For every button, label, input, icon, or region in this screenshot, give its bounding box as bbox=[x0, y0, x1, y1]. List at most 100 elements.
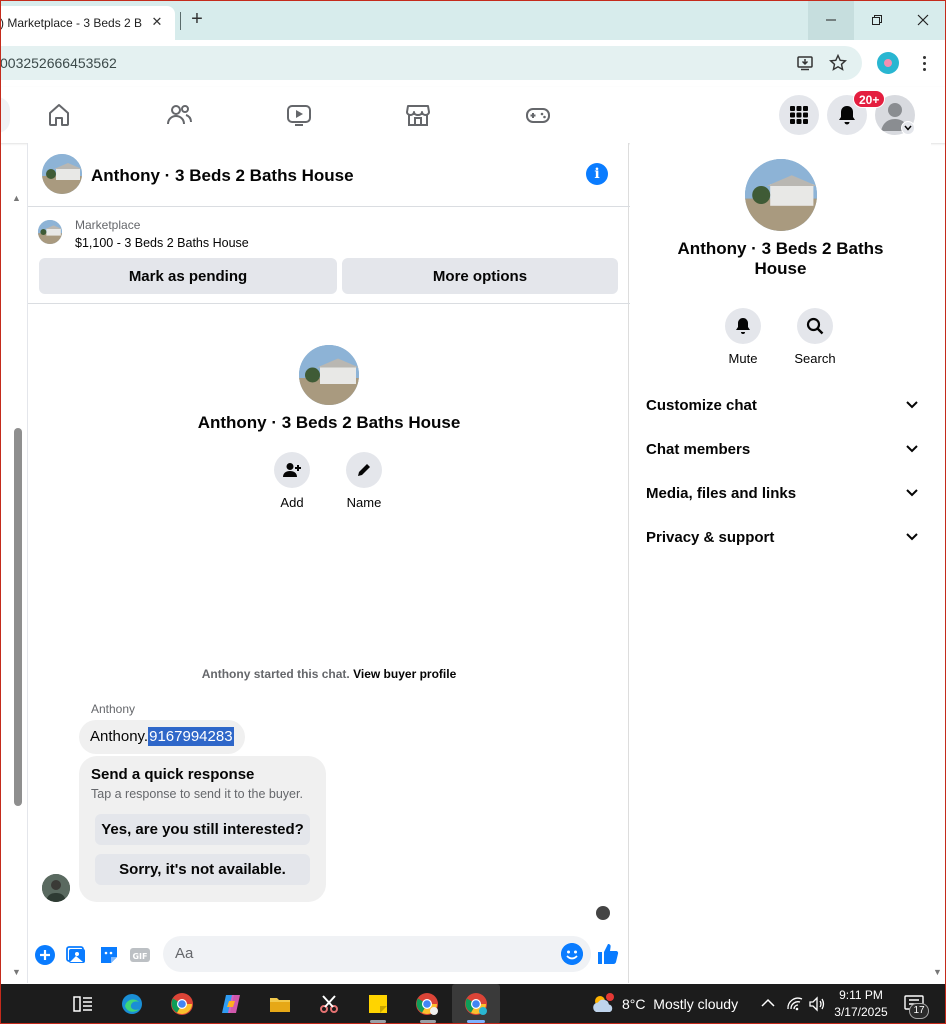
message-bubble[interactable]: Anthony.9167994283 bbox=[79, 720, 245, 754]
volume-icon[interactable] bbox=[808, 995, 826, 1013]
chat-title: Anthony · 3 Beds 2 Baths House bbox=[91, 166, 354, 185]
add-person-button[interactable] bbox=[274, 452, 310, 488]
quick-response-still-interested[interactable]: Yes, are you still interested? bbox=[95, 814, 310, 845]
message-text: Anthony. bbox=[90, 728, 149, 745]
url-text: 003252666453562 bbox=[0, 55, 117, 71]
tab-close-icon[interactable]: ✕ bbox=[149, 14, 165, 30]
windows-taskbar: 8°C Mostly cloudy 9:11 PM 3/17/2025 17 bbox=[0, 984, 946, 1024]
mute-button[interactable] bbox=[725, 308, 761, 344]
photo-icon[interactable] bbox=[66, 944, 88, 966]
chat-members-section[interactable]: Chat members bbox=[646, 437, 918, 461]
notification-count-badge: 20+ bbox=[853, 90, 886, 108]
minimize-button[interactable] bbox=[808, 0, 854, 40]
search-action[interactable]: Search bbox=[785, 308, 845, 366]
close-window-button[interactable] bbox=[900, 0, 946, 40]
listing-price-title[interactable]: $1,100 - 3 Beds 2 Baths House bbox=[75, 236, 249, 250]
chrome-profile-icon[interactable] bbox=[415, 992, 439, 1016]
sticky-notes-icon[interactable] bbox=[366, 992, 390, 1016]
selected-phone-number[interactable]: 9167994283 bbox=[148, 727, 234, 746]
search-label: Search bbox=[794, 351, 836, 366]
browser-menu-icon[interactable] bbox=[914, 52, 934, 74]
new-tab-button[interactable]: + bbox=[186, 9, 208, 31]
person-photo-icon bbox=[42, 874, 70, 902]
marketplace-label: Marketplace bbox=[75, 218, 141, 232]
info-icon[interactable]: i bbox=[586, 163, 608, 185]
quick-response-not-available[interactable]: Sorry, it's not available. bbox=[95, 854, 310, 885]
system-clock[interactable]: 9:11 PM 3/17/2025 bbox=[830, 987, 892, 1021]
mute-action[interactable]: Mute bbox=[713, 308, 773, 366]
plus-circle-icon[interactable] bbox=[34, 944, 56, 966]
facebook-top-nav bbox=[0, 87, 946, 143]
restore-icon bbox=[872, 15, 882, 25]
chat-panel: Anthony · 3 Beds 2 Baths House i Marketp… bbox=[27, 143, 630, 983]
pencil-icon bbox=[358, 464, 370, 476]
add-people-action[interactable]: Add bbox=[262, 452, 322, 510]
info-avatar bbox=[745, 159, 817, 231]
menu-grid-button[interactable] bbox=[779, 95, 819, 135]
nav-left-button[interactable] bbox=[0, 97, 10, 133]
name-chat-action[interactable]: Name bbox=[334, 452, 394, 510]
edit-name-button[interactable] bbox=[346, 452, 382, 488]
browser-tab[interactable]: ) Marketplace - 3 Beds 2 Bo ✕ bbox=[0, 6, 175, 40]
conversation-title: Anthony · 3 Beds 2 Baths House bbox=[197, 413, 461, 432]
weather-cloudy-icon[interactable] bbox=[590, 991, 616, 1017]
customize-chat-section[interactable]: Customize chat bbox=[646, 393, 918, 417]
task-view-icon[interactable] bbox=[71, 992, 95, 1016]
scroll-up-arrow[interactable]: ▲ bbox=[12, 193, 21, 203]
house-photo-icon bbox=[745, 159, 817, 231]
marketplace-icon[interactable] bbox=[404, 101, 432, 129]
snipping-tool-icon[interactable] bbox=[317, 992, 341, 1016]
info-title: Anthony · 3 Beds 2 Baths House bbox=[677, 239, 884, 278]
chevron-up-icon[interactable] bbox=[760, 995, 776, 1011]
section-label: Customize chat bbox=[646, 396, 757, 414]
sticker-icon[interactable] bbox=[98, 944, 120, 966]
chat-header: Anthony · 3 Beds 2 Baths House i bbox=[28, 143, 630, 207]
search-button[interactable] bbox=[797, 308, 833, 344]
quick-response-title: Send a quick response bbox=[91, 766, 255, 783]
extension-glyph-icon bbox=[884, 59, 892, 67]
file-explorer-icon[interactable] bbox=[268, 992, 292, 1016]
address-bar[interactable]: 003252666453562 bbox=[0, 46, 862, 80]
edge-browser-icon[interactable] bbox=[120, 992, 144, 1016]
chevron-down-icon bbox=[906, 533, 918, 541]
chat-avatar[interactable] bbox=[42, 154, 82, 194]
media-files-links-section[interactable]: Media, files and links bbox=[646, 481, 918, 505]
extension-icon[interactable] bbox=[877, 52, 899, 74]
video-icon[interactable] bbox=[285, 101, 313, 129]
running-indicator bbox=[370, 1020, 386, 1023]
chrome-active-icon[interactable] bbox=[464, 992, 488, 1016]
network-icon[interactable] bbox=[786, 995, 804, 1013]
thumbs-up-icon[interactable] bbox=[596, 942, 620, 966]
chat-scrollbar-thumb[interactable] bbox=[14, 428, 22, 806]
sender-avatar[interactable] bbox=[42, 874, 70, 902]
clock-time: 9:11 PM bbox=[839, 988, 883, 1002]
install-app-icon[interactable] bbox=[796, 54, 814, 72]
gaming-icon[interactable] bbox=[524, 101, 552, 129]
chrome-icon[interactable] bbox=[170, 992, 194, 1016]
mark-as-pending-button[interactable]: Mark as pending bbox=[39, 258, 337, 294]
listing-thumbnail[interactable] bbox=[38, 220, 62, 244]
scroll-down-arrow[interactable]: ▼ bbox=[12, 967, 21, 977]
minimize-icon bbox=[826, 19, 836, 21]
conversation-avatar bbox=[299, 345, 359, 405]
more-options-button[interactable]: More options bbox=[342, 258, 618, 294]
bookmark-star-icon[interactable] bbox=[829, 54, 847, 72]
friends-icon[interactable] bbox=[165, 101, 193, 129]
account-menu-caret[interactable] bbox=[901, 121, 915, 135]
message-input[interactable]: Aa bbox=[163, 936, 591, 972]
gif-icon[interactable]: GIF bbox=[129, 944, 151, 966]
home-icon[interactable] bbox=[45, 101, 73, 129]
mute-label: Mute bbox=[728, 351, 758, 366]
page-scroll-down-arrow[interactable]: ▼ bbox=[933, 967, 942, 977]
weather-widget[interactable]: 8°C Mostly cloudy bbox=[622, 996, 738, 1012]
view-buyer-profile-link[interactable]: View buyer profile bbox=[353, 667, 456, 681]
emoji-icon[interactable] bbox=[561, 943, 583, 965]
message-input-placeholder: Aa bbox=[175, 945, 194, 962]
close-icon bbox=[917, 14, 929, 26]
tab-title: ) Marketplace - 3 Beds 2 Bo bbox=[0, 16, 142, 30]
name-label: Name bbox=[346, 495, 382, 510]
weather-condition: Mostly cloudy bbox=[653, 996, 739, 1012]
privacy-support-section[interactable]: Privacy & support bbox=[646, 525, 918, 549]
restore-button[interactable] bbox=[854, 0, 900, 40]
copilot-icon[interactable] bbox=[219, 992, 243, 1016]
